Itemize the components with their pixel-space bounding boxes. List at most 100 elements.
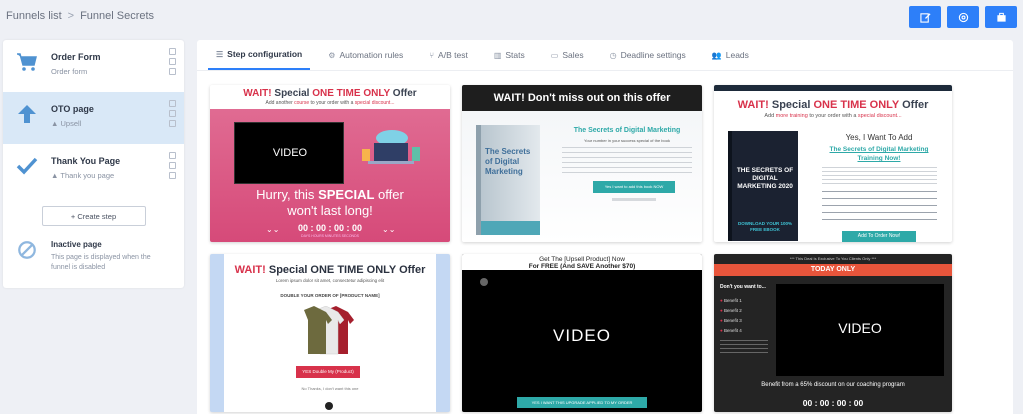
edit-icon[interactable] [169,162,176,169]
copy-icon[interactable] [169,100,176,107]
preview-countdown: 00 : 00 : 00 : 00 [297,223,363,233]
trash-icon[interactable] [169,68,176,75]
preview-cta-button: YES I WANT THIS UPGRADE APPLIED TO MY OR… [517,397,647,408]
preview-headline: Get The [Upsell Product] Now For FREE (An… [528,256,636,270]
users-icon: 👥 [711,50,722,60]
inactive-page-item[interactable]: Inactive page This page is displayed whe… [3,226,184,273]
step-type: ▲ Thank you page [51,171,115,180]
tab-ab-test[interactable]: ⑂ A/B test [421,40,476,70]
preview-benefit-text: Benefit from a 65% discount on our coach… [761,382,905,388]
preview-subheadline: Lorem ipsum dolor sit amet, consectetur … [275,278,385,283]
step-type: Order form [51,67,88,76]
tab-leads[interactable]: 👥 Leads [704,40,757,70]
funnel-steps-sidebar: Order Form Order form OTO page ▲ Upsell … [3,40,184,288]
preview-benefit-list: ● Benefit 1 ● Benefit 2 ● Benefit 3 ● Be… [720,298,742,333]
preview-no-thanks: No Thanks, I don't want this one [301,386,359,391]
preview-headline: WAIT! Special ONE TIME ONLY Offer [234,264,426,276]
money-icon: ▭ [550,50,559,60]
preview-countdown-labels: DAYS HOURS MINUTES SECONDS [301,234,359,238]
create-step-button[interactable]: + Create step [41,206,146,226]
globe-icon [958,12,968,22]
preview-yes-text: Yes, I Want To Add [845,133,913,142]
breadcrumb: Funnels list > Funnel Secrets [6,10,154,22]
preview-headline: WAIT! Special ONE TIME ONLY Offer [243,88,417,99]
copy-icon[interactable] [169,152,176,159]
book-cover-image: THE SECRETS OF DIGITAL MARKETING 2020 DO… [728,131,798,241]
edit-funnel-button[interactable] [909,6,941,28]
tab-bar: ☰ Step configuration ⚙ Automation rules ⑂ A… [197,40,1013,71]
briefcase-icon [996,12,1006,22]
step-type: ▲ Upsell [51,119,82,128]
preview-title: The Secrets of Digital Marketing [573,127,681,134]
template-preview-5[interactable]: Get The [Upsell Product] Now For FREE (An… [462,254,702,412]
step-order-form[interactable]: Order Form Order form [3,40,184,92]
chevrons-down-icon: ⌄⌄ [266,225,280,234]
funnel-tools-button[interactable] [985,6,1017,28]
preview-subheadline: Add another course to your order with a … [265,100,395,106]
cart-icon [11,50,43,74]
template-preview-1[interactable]: WAIT! Special ONE TIME ONLY Offer Add an… [210,85,450,242]
step-title: Thank You Page [51,156,121,166]
copy-icon[interactable] [169,48,176,55]
preview-cta-button: Yes I want to add this book NOW [593,181,675,193]
breadcrumb-funnels-list[interactable]: Funnels list [6,10,62,22]
arrow-up-icon [11,102,43,126]
tab-automation-rules[interactable]: ⚙ Automation rules [320,40,411,70]
bar-chart-icon: ▥ [493,50,502,60]
preview-video-box: VIDEO [234,122,344,184]
preview-cta-button: Add To Order Now! [842,231,916,242]
preview-subtitle: Your number in your success special of t… [584,138,670,143]
preview-body-text [562,147,692,175]
trash-icon[interactable] [169,172,176,179]
template-preview-6[interactable]: *** This Deal Is Exclusive To You Client… [714,254,952,412]
split-icon: ⑂ [429,50,435,60]
main-panel: ☰ Step configuration ⚙ Automation rules ⑂ A… [197,40,1013,414]
preview-banner: TODAY ONLY [714,264,952,276]
step-title: Order Form [51,52,101,62]
preview-cta-button: YES Double My (Product) [296,366,360,378]
list-icon: ☰ [216,49,224,59]
logo-icon [325,402,333,410]
warning-icon: ▲ [51,171,61,180]
preview-topline: *** This Deal Is Exclusive To You Client… [789,256,877,261]
tab-step-configuration[interactable]: ☰ Step configuration [208,40,311,70]
tab-stats[interactable]: ▥ Stats [486,40,533,70]
checkmark-icon [11,154,43,178]
step-thank-you-page[interactable]: Thank You Page ▲ Thank you page [3,144,184,196]
channel-avatar-icon [480,278,488,286]
preview-video-box: VIDEO [776,284,944,376]
warning-icon: ▲ [51,119,61,128]
preview-want-text: Don't you want to... [720,284,766,290]
breadcrumb-current: Funnel Secrets [80,10,155,22]
template-preview-4[interactable]: WAIT! Special ONE TIME ONLY Offer Lorem … [210,254,450,412]
inactive-description: This page is displayed when the funnel i… [51,254,151,271]
edit-icon[interactable] [169,58,176,65]
preview-headline: WAIT! Special ONE TIME ONLY Offer [737,99,929,111]
tshirts-image [296,305,366,356]
inactive-title: Inactive page [51,240,102,249]
tab-deadline-settings[interactable]: ◷ Deadline settings [602,40,694,70]
preview-body-text [720,340,768,354]
laptop-illustration-icon [360,129,422,165]
step-title: OTO page [51,104,94,114]
preview-video-label: VIDEO [553,326,611,345]
edit-icon[interactable] [169,110,176,117]
breadcrumb-separator: > [67,10,75,22]
trash-icon[interactable] [169,120,176,127]
tab-sales[interactable]: ▭ Sales [543,40,592,70]
book-cover-image: The Secrets of Digital Marketing [476,125,540,235]
step-oto-page[interactable]: OTO page ▲ Upsell [3,92,184,144]
preview-body-text [822,167,937,187]
preview-bullet-list [822,191,937,225]
preview-link: The Secrets of Digital Marketing Training… [829,146,929,162]
edit-icon [919,12,931,23]
top-actions [909,6,1017,28]
clock-icon: ◷ [609,50,617,60]
preview-offer-text: DOUBLE YOUR ORDER OF [PRODUCT NAME] [280,293,380,298]
template-preview-2[interactable]: WAIT! Don't miss out on this offer The S… [462,85,702,242]
template-preview-3[interactable]: WAIT! Special ONE TIME ONLY Offer Add mo… [714,85,952,242]
preview-countdown: 00 : 00 : 00 : 00 [802,398,864,408]
global-settings-button[interactable] [947,6,979,28]
chevrons-down-icon: ⌄⌄ [382,225,396,234]
gears-icon: ⚙ [328,50,336,60]
